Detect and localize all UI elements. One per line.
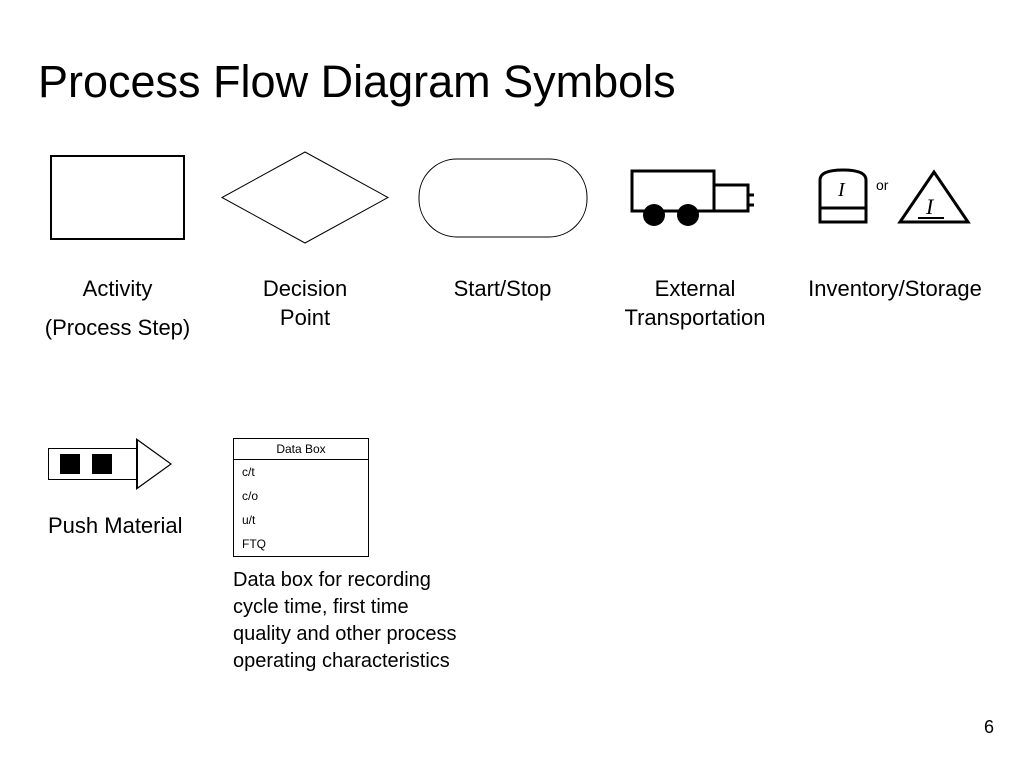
symbol-decision: Decision Point — [205, 150, 405, 342]
svg-text:I: I — [837, 179, 846, 201]
inventory-icon: I or I — [808, 150, 983, 245]
symbol-label: Decision Point — [250, 275, 360, 332]
databox-icon: Data Box c/t c/o u/t FTQ — [233, 438, 369, 557]
symbol-transport: External Transportation — [600, 150, 790, 342]
databox-header: Data Box — [234, 439, 368, 460]
rounded-rect-icon — [418, 150, 588, 245]
page-number: 6 — [984, 717, 994, 738]
symbol-label: Start/Stop — [454, 275, 552, 304]
arrow-icon — [48, 438, 174, 490]
symbol-activity: Activity (Process Step) — [30, 150, 205, 342]
symbol-inventory: I or I Inventory/Storage — [790, 150, 1000, 342]
symbol-label: Activity — [83, 275, 153, 304]
page-title: Process Flow Diagram Symbols — [38, 56, 676, 108]
symbol-startstop: Start/Stop — [405, 150, 600, 342]
symbol-sublabel: (Process Step) — [45, 314, 191, 343]
rectangle-icon — [50, 150, 185, 245]
truck-icon — [630, 150, 760, 245]
diamond-icon — [220, 150, 390, 245]
databox-description: Data box for recording cycle time, first… — [233, 567, 463, 675]
symbol-push: Push Material — [48, 438, 203, 541]
symbol-label: External Transportation — [615, 275, 775, 332]
symbol-row-2: Push Material Data Box c/t c/o u/t FTQ D… — [48, 438, 463, 675]
databox-row: FTQ — [234, 532, 368, 556]
databox-row: c/o — [234, 484, 368, 508]
svg-text:or: or — [876, 177, 889, 193]
databox-row: c/t — [234, 460, 368, 484]
symbol-label: Inventory/Storage — [808, 275, 982, 304]
symbol-databox: Data Box c/t c/o u/t FTQ Data box for re… — [233, 438, 463, 675]
symbol-row-1: Activity (Process Step) Decision Point S… — [30, 150, 1010, 342]
databox-row: u/t — [234, 508, 368, 532]
symbol-label: Push Material — [48, 512, 203, 541]
